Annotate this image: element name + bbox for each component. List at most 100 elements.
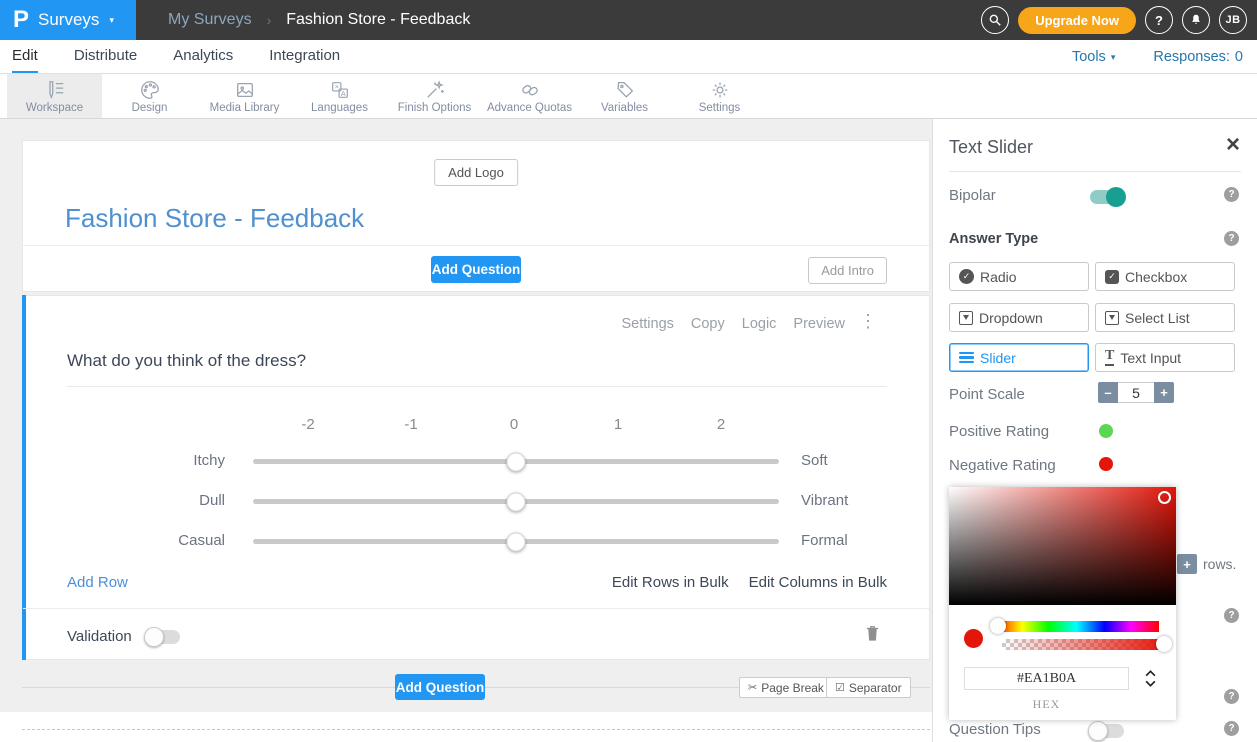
slider-track[interactable] [253, 499, 779, 504]
image-icon [234, 79, 256, 101]
question-settings-panel: Text Slider × Bipolar ? Answer Type ? ✓ … [932, 119, 1257, 742]
help-icon[interactable]: ? [1224, 187, 1239, 202]
editor-toolbar: Workspace Design Media Library ×A Langua… [0, 74, 1257, 119]
product-name: Surveys [38, 10, 99, 30]
slider-handle[interactable] [507, 492, 526, 511]
help-icon[interactable]: ? [1224, 231, 1239, 246]
toolbar-tab-languages[interactable]: ×A Languages [292, 74, 387, 118]
question-settings-link[interactable]: Settings [621, 316, 673, 332]
breadcrumb: My Surveys › Fashion Store - Feedback [168, 0, 470, 40]
palette-icon [139, 79, 161, 101]
tools-menu[interactable]: Tools ▾ [1072, 49, 1115, 65]
help-icon[interactable]: ? [1224, 721, 1239, 736]
validation-row: Validation [67, 628, 180, 645]
help-icon[interactable]: ? [1224, 689, 1239, 704]
dropdown-icon [959, 311, 973, 325]
slider-left-label: Dull [67, 492, 225, 509]
add-intro-button[interactable]: Add Intro [808, 257, 887, 284]
responses-counter[interactable]: Responses: 0 [1153, 49, 1243, 65]
slider-track[interactable] [253, 539, 779, 544]
toolbar-tab-variables[interactable]: Variables [577, 74, 672, 118]
chevron-down-icon: ▾ [109, 15, 114, 26]
slider-right-label: Soft [801, 452, 828, 469]
answer-type-dropdown[interactable]: Dropdown [949, 303, 1089, 332]
toolbar-tab-settings[interactable]: Settings [672, 74, 767, 118]
delete-question-button[interactable] [864, 624, 881, 648]
rows-increment-button[interactable]: + [1177, 554, 1197, 574]
answer-type-select-list[interactable]: Select List [1095, 303, 1235, 332]
increment-button[interactable]: + [1154, 382, 1174, 403]
scale-label: 2 [717, 416, 725, 433]
workspace-icon [44, 79, 66, 101]
survey-title[interactable]: Fashion Store - Feedback [65, 203, 364, 234]
toolbar-tab-media-library[interactable]: Media Library [197, 74, 292, 118]
chevron-down-icon [1145, 680, 1156, 687]
question-copy-link[interactable]: Copy [691, 316, 725, 332]
alpha-slider[interactable] [1002, 639, 1167, 650]
add-question-button-bottom[interactable]: Add Question [395, 674, 485, 700]
answer-type-text-input[interactable]: T Text Input [1095, 343, 1235, 372]
tab-integration[interactable]: Integration [269, 40, 340, 73]
slider-handle[interactable] [507, 452, 526, 471]
edit-columns-bulk-link[interactable]: Edit Columns in Bulk [749, 574, 887, 591]
upgrade-now-button[interactable]: Upgrade Now [1018, 7, 1136, 34]
answer-type-radio[interactable]: ✓ Radio [949, 262, 1089, 291]
alpha-handle[interactable] [1156, 636, 1172, 652]
question-tips-label: Question Tips [949, 721, 1041, 738]
product-switcher[interactable]: P Surveys ▾ [0, 0, 136, 40]
slider-handle[interactable] [507, 532, 526, 551]
questionpro-logo-icon: P [13, 8, 29, 32]
help-icon[interactable]: ? [1224, 608, 1239, 623]
svg-text:A: A [340, 89, 345, 98]
positive-rating-label: Positive Rating [949, 423, 1049, 440]
hue-handle[interactable] [990, 618, 1006, 634]
question-preview-link[interactable]: Preview [793, 316, 845, 332]
question-text[interactable]: What do you think of the dress? [67, 351, 306, 371]
add-logo-button[interactable]: Add Logo [434, 159, 518, 186]
answer-type-checkbox[interactable]: ✓ Checkbox [1095, 262, 1235, 291]
edit-rows-bulk-link[interactable]: Edit Rows in Bulk [612, 574, 729, 591]
hex-steppers[interactable] [1145, 670, 1156, 687]
hex-color-input[interactable] [964, 667, 1129, 690]
toolbar-tab-workspace[interactable]: Workspace [7, 74, 102, 118]
question-menu-icon[interactable]: ⋮ [859, 312, 877, 330]
translate-icon: ×A [329, 79, 351, 101]
negative-color-swatch[interactable] [1099, 457, 1113, 471]
slider-track[interactable] [253, 459, 779, 464]
saturation-area[interactable] [949, 487, 1176, 605]
notifications-button[interactable] [1182, 6, 1210, 34]
tab-edit[interactable]: Edit [12, 40, 38, 73]
validation-toggle[interactable] [146, 630, 180, 644]
add-row-link[interactable]: Add Row [67, 574, 128, 591]
user-avatar[interactable]: JB [1219, 6, 1247, 34]
breadcrumb-my-surveys[interactable]: My Surveys [168, 11, 252, 29]
saturation-selector[interactable] [1158, 491, 1171, 504]
current-color-swatch [964, 629, 983, 648]
decrement-button[interactable]: – [1098, 382, 1118, 403]
help-button[interactable]: ? [1145, 6, 1173, 34]
scale-label: -1 [404, 416, 417, 433]
tab-distribute[interactable]: Distribute [74, 40, 137, 73]
hue-slider[interactable] [994, 621, 1159, 632]
slider-right-label: Formal [801, 532, 848, 549]
tab-analytics[interactable]: Analytics [173, 40, 233, 73]
answer-type-slider[interactable]: Slider [949, 343, 1089, 372]
point-scale-value[interactable]: 5 [1118, 382, 1154, 403]
point-scale-label: Point Scale [949, 386, 1025, 403]
toolbar-tab-advance-quotas[interactable]: Advance Quotas [482, 74, 577, 118]
toolbar-tab-finish-options[interactable]: Finish Options [387, 74, 482, 118]
dashed-divider [22, 729, 930, 730]
close-icon[interactable]: × [1226, 133, 1240, 157]
add-question-button-top[interactable]: Add Question [431, 256, 521, 283]
page-break-button[interactable]: ✂ Page Break [739, 677, 833, 698]
search-button[interactable] [981, 6, 1009, 34]
question-tips-toggle[interactable] [1090, 724, 1124, 738]
separator-button[interactable]: ☑ Separator [826, 677, 911, 698]
positive-color-swatch[interactable] [1099, 424, 1113, 438]
bulk-edit-links: Edit Rows in Bulk Edit Columns in Bulk [612, 574, 887, 591]
slider-bars-icon [959, 352, 974, 364]
toolbar-tab-design[interactable]: Design [102, 74, 197, 118]
bipolar-toggle[interactable] [1090, 190, 1124, 204]
bell-icon [1189, 13, 1203, 27]
question-logic-link[interactable]: Logic [742, 316, 777, 332]
